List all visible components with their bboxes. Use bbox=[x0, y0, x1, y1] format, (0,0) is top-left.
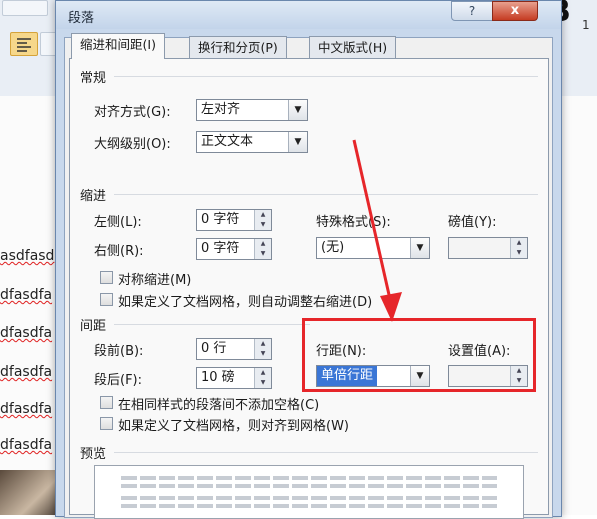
section-preview: 预览 bbox=[80, 447, 107, 462]
list-format-button[interactable] bbox=[2, 0, 48, 16]
tab-panel: 常规 对齐方式(G): 左对齐 ▼ 大纲级别(O): 正文文本 ▼ 缩进 左侧(… bbox=[69, 58, 549, 519]
space-before-value: 0 行 bbox=[201, 341, 227, 356]
section-indentation: 缩进 bbox=[80, 189, 107, 204]
outline-level-label: 大纲级别(O): bbox=[94, 137, 171, 152]
preview-line bbox=[121, 496, 497, 500]
mirror-indents-checkbox[interactable] bbox=[100, 271, 113, 284]
document-text-line: dfasdfa bbox=[0, 287, 53, 303]
tab-indents-spacing[interactable]: 缩进和间距(I) bbox=[71, 33, 165, 59]
chevron-down-icon[interactable]: ▼ bbox=[288, 132, 307, 152]
space-before-label: 段前(B): bbox=[94, 344, 144, 359]
dialog-client: 缩进和间距(I) 换行和分页(P) 中文版式(H) 常规 对齐方式(G): 左对… bbox=[64, 33, 553, 519]
preview-line bbox=[121, 504, 497, 508]
no-space-same-style-checkbox[interactable] bbox=[100, 396, 113, 409]
paragraph-dialog: 段落 ? x 缩进和间距(I) 换行和分页(P) 中文版式(H) 常规 对齐方式… bbox=[55, 0, 562, 519]
highlight-box bbox=[302, 318, 536, 392]
indent-left-value: 0 字符 bbox=[201, 212, 240, 227]
help-button[interactable]: ? bbox=[451, 1, 493, 21]
outline-level-select[interactable]: 正文文本 ▼ bbox=[196, 131, 308, 153]
align-left-icon bbox=[17, 38, 31, 52]
indent-right-input[interactable]: 0 字符 ▲ ▼ bbox=[196, 238, 272, 260]
document-text-line: dfasdfa bbox=[0, 437, 53, 453]
divider bbox=[114, 194, 538, 195]
divider bbox=[114, 324, 310, 325]
spin-arrows-icon[interactable]: ▲ ▼ bbox=[254, 368, 271, 388]
dialog-titlebar[interactable]: 段落 ? x bbox=[56, 1, 561, 29]
document-text-line: dfasdfa bbox=[0, 364, 53, 380]
align-left-button[interactable] bbox=[10, 32, 38, 56]
space-after-input[interactable]: 10 磅 ▲ ▼ bbox=[196, 367, 272, 389]
spin-arrows-icon[interactable]: ▲ ▼ bbox=[254, 239, 271, 259]
space-after-label: 段后(F): bbox=[94, 373, 143, 388]
auto-adjust-right-indent-label: 如果定义了文档网格，则自动调整右缩进(D) bbox=[118, 295, 373, 310]
alignment-label: 对齐方式(G): bbox=[94, 105, 171, 120]
tab-asian-typography[interactable]: 中文版式(H) bbox=[309, 36, 397, 59]
indent-right-label: 右侧(R): bbox=[94, 244, 144, 259]
preview-line bbox=[121, 484, 497, 488]
space-after-value: 10 磅 bbox=[201, 370, 235, 385]
indent-by-input[interactable]: ▲ ▼ bbox=[448, 237, 528, 259]
divider bbox=[114, 452, 538, 453]
document-text-line: dfasdfa bbox=[0, 401, 53, 417]
space-before-input[interactable]: 0 行 ▲ ▼ bbox=[196, 338, 272, 360]
dialog-title: 段落 bbox=[68, 11, 95, 26]
outline-level-value: 正文文本 bbox=[201, 134, 254, 149]
indent-left-input[interactable]: 0 字符 ▲ ▼ bbox=[196, 209, 272, 231]
spin-arrows-icon[interactable]: ▲ ▼ bbox=[254, 210, 271, 230]
snap-to-grid-label: 如果定义了文档网格，则对齐到网格(W) bbox=[118, 419, 349, 434]
document-text-line: dfasdfa bbox=[0, 325, 53, 341]
annotation-arrow-icon bbox=[352, 139, 402, 322]
spin-arrows-icon[interactable]: ▲ ▼ bbox=[254, 339, 271, 359]
paragraph-preview bbox=[94, 465, 524, 519]
indent-right-value: 0 字符 bbox=[201, 241, 240, 256]
chevron-down-icon[interactable]: ▼ bbox=[410, 238, 429, 258]
indent-left-label: 左侧(L): bbox=[94, 215, 142, 230]
document-text-line: asdfasd bbox=[0, 248, 55, 264]
no-space-same-style-label: 在相同样式的段落间不添加空格(C) bbox=[118, 398, 320, 413]
auto-adjust-right-indent-checkbox[interactable] bbox=[100, 293, 113, 306]
tab-line-page-breaks[interactable]: 换行和分页(P) bbox=[189, 36, 287, 59]
spin-arrows-icon[interactable]: ▲ ▼ bbox=[510, 238, 527, 258]
preview-line bbox=[121, 476, 497, 480]
section-general: 常规 bbox=[80, 71, 107, 86]
alignment-select[interactable]: 左对齐 ▼ bbox=[196, 99, 308, 121]
ribbon-number: 1 bbox=[582, 18, 590, 32]
section-spacing: 间距 bbox=[80, 319, 107, 334]
chevron-down-icon[interactable]: ▼ bbox=[288, 100, 307, 120]
snap-to-grid-checkbox[interactable] bbox=[100, 417, 113, 430]
close-button[interactable]: x bbox=[492, 1, 538, 21]
mirror-indents-label: 对称缩进(M) bbox=[118, 273, 192, 288]
alignment-value: 左对齐 bbox=[201, 102, 241, 117]
indent-by-label: 磅值(Y): bbox=[448, 215, 497, 230]
divider bbox=[114, 76, 538, 77]
